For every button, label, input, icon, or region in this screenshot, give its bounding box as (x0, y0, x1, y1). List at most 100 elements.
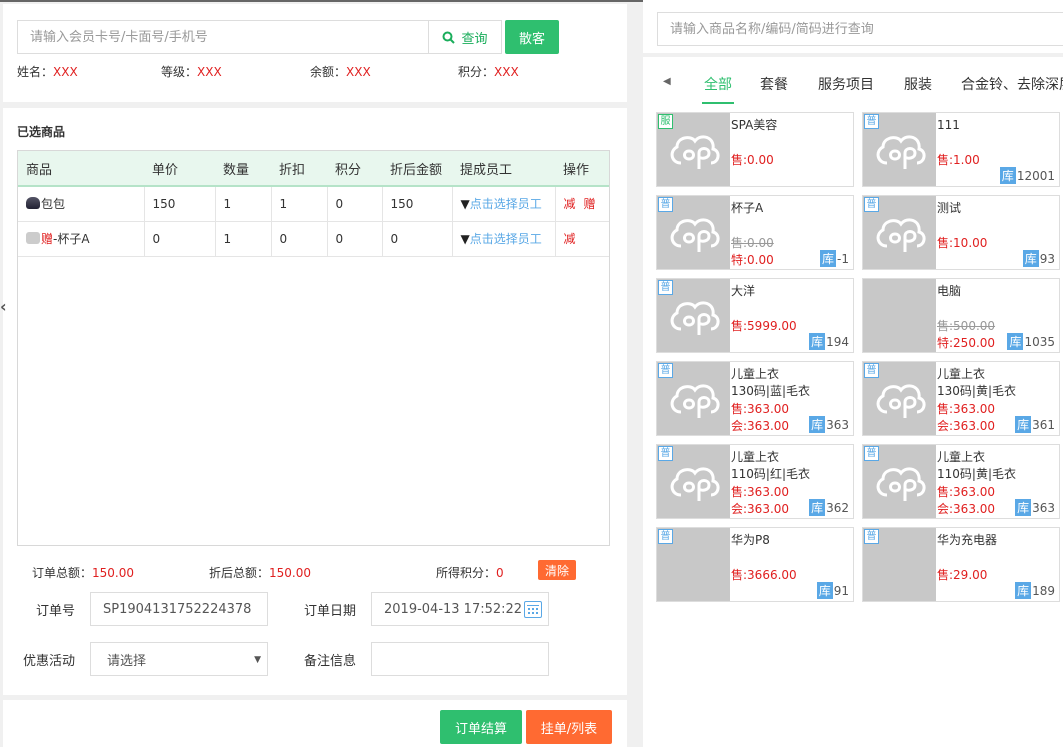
discount-cell[interactable]: 1 (271, 186, 328, 222)
goods-panel: ◀ 全部 套餐 服务项目 服装 合金铃、去除深层 服 SPA美容售:0.00 普 11… (643, 0, 1063, 747)
hang-order-button[interactable]: 挂单/列表 (526, 710, 612, 744)
query-label: 查询 (461, 31, 488, 47)
product-name: 111 (937, 118, 960, 132)
price-cell[interactable]: 0 (144, 221, 216, 257)
product-special-price: 特:0.00 (731, 253, 774, 267)
ops-cell: 减赠 (555, 186, 609, 222)
chevron-down-icon: ▼ (254, 655, 261, 665)
query-button[interactable]: 查询 (428, 20, 502, 54)
guest-button[interactable]: 散客 (505, 20, 559, 54)
product-card[interactable]: 普 儿童上衣 110码|黄|毛衣 售:363.00 会:363.00 库 363 (862, 444, 1060, 519)
col-header: 商品 (18, 151, 144, 187)
col-header: 积分 (327, 151, 382, 187)
product-card[interactable]: 电脑 售:500.00 特:250.00 库 1035 (862, 278, 1060, 353)
product-price: 售:1.00 (937, 153, 980, 167)
product-price: 售:0.00 (731, 153, 774, 167)
calendar-icon[interactable] (524, 601, 542, 618)
col-header: 提成员工 (452, 151, 555, 187)
tab-service[interactable]: 服务项目 (818, 74, 874, 104)
product-name: 华为P8 (731, 533, 770, 547)
col-header: 折后金额 (382, 151, 452, 187)
goods-search-input[interactable] (657, 12, 1063, 46)
product-stock: 库 1035 (1007, 333, 1055, 350)
product-type-badge: 普 (658, 363, 673, 378)
employee-cell[interactable]: ▼点击选择员工 (452, 186, 556, 222)
tab-all[interactable]: 全部 (702, 74, 734, 104)
product-name: 杯子A (731, 201, 764, 215)
table-header: 商品 单价 数量 折扣 积分 折后金额 提成员工 操作 (18, 151, 609, 187)
product-card[interactable]: 服 SPA美容 售:0.00 (656, 112, 854, 187)
selected-goods-table: 商品 单价 数量 折扣 积分 折后金额 提成员工 操作 包包 150 1 1 0… (17, 150, 610, 546)
product-special-price: 会:363.00 (731, 502, 790, 516)
member-level: 等级：XXX (161, 65, 222, 79)
product-name: 儿童上衣 130码|黄|毛衣 (937, 366, 1059, 400)
product-special-price: 会:363.00 (937, 502, 996, 516)
member-balance: 余额：XXX (310, 65, 371, 79)
product-spec: 130码|黄|毛衣 (937, 384, 1016, 398)
product-card[interactable]: 普 儿童上衣 130码|黄|毛衣 售:363.00 会:363.00 库 361 (862, 361, 1060, 436)
product-name: 儿童上衣 130码|蓝|毛衣 (731, 366, 853, 400)
decrease-button[interactable]: 减 (564, 197, 576, 211)
product-special-price: 特:250.00 (937, 336, 996, 350)
product-card[interactable]: 普 华为充电器 售:29.00 库 189 (862, 527, 1060, 602)
product-price: 售:0.00 (731, 236, 774, 250)
tab-clothing[interactable]: 服装 (904, 74, 932, 104)
tab-prev-icon[interactable]: ◀ (663, 76, 671, 87)
settle-order-button[interactable]: 订单结算 (440, 710, 522, 744)
promo-value: 请选择 (107, 653, 147, 669)
select-employee-link[interactable]: 点击选择员工 (470, 197, 542, 211)
product-type-badge: 普 (864, 446, 879, 461)
order-no-label: 订单号 (36, 604, 76, 619)
product-card[interactable]: 普 测试 售:10.00 库 93 (862, 195, 1060, 270)
product-card[interactable]: 普 儿童上衣 130码|蓝|毛衣 售:363.00 会:363.00 库 363 (656, 361, 854, 436)
product-stock: 库 91 (816, 582, 849, 599)
product-name: 测试 (937, 201, 962, 215)
discount-cell[interactable]: 0 (271, 221, 328, 257)
tab-package[interactable]: 套餐 (760, 74, 788, 104)
clear-button[interactable]: 清除 (538, 560, 576, 580)
remark-field[interactable] (371, 642, 549, 676)
earned-points: 所得积分：0 (436, 566, 504, 580)
section-title: 已选商品 (17, 125, 66, 139)
gift-button[interactable]: 赠 (584, 197, 596, 211)
product-stock: 库 189 (1015, 582, 1055, 599)
product-stock: 库 363 (1015, 499, 1055, 516)
guest-label: 散客 (518, 31, 545, 47)
tab-alloy[interactable]: 合金铃、去除深层 (961, 74, 1063, 104)
remark-label: 备注信息 (304, 654, 357, 669)
product-card[interactable]: 普 大洋 售:5999.00 库 194 (656, 278, 854, 353)
selected-goods-section: 已选商品 商品 单价 数量 折扣 积分 折后金额 提成员工 操作 包包 150 … (3, 108, 627, 695)
member-points: 积分：XXX (458, 65, 519, 79)
amount-cell: 0 (382, 221, 453, 257)
product-special-price: 会:363.00 (937, 419, 996, 433)
qty-cell[interactable]: 1 (215, 186, 272, 222)
product-stock: 库 362 (809, 499, 849, 516)
order-date-field[interactable]: 2019-04-13 17:52:22 (371, 592, 549, 626)
member-name: 姓名：XXX (17, 65, 78, 79)
col-header: 单价 (144, 151, 215, 187)
product-spec: 130码|蓝|毛衣 (731, 384, 810, 398)
product-special-price: 会:363.00 (731, 419, 790, 433)
product-type-badge: 普 (658, 280, 673, 295)
product-stock: 库 -1 (820, 250, 849, 267)
employee-cell[interactable]: ▼点击选择员工 (452, 221, 556, 257)
product-cell: 赠-杯子A (18, 221, 145, 257)
product-image (863, 279, 936, 352)
member-search-input[interactable] (17, 20, 428, 54)
product-card[interactable]: 普 华为P8 售:3666.00 库 91 (656, 527, 854, 602)
product-card[interactable]: 普 111 售:1.00 库 12001 (862, 112, 1060, 187)
promo-select[interactable]: 请选择 ▼ (90, 642, 268, 676)
select-employee-link[interactable]: 点击选择员工 (470, 232, 542, 246)
decrease-button[interactable]: 减 (564, 232, 576, 246)
qty-cell[interactable]: 1 (215, 221, 272, 257)
product-card[interactable]: 普 儿童上衣 110码|红|毛衣 售:363.00 会:363.00 库 362 (656, 444, 854, 519)
product-card[interactable]: 普 杯子A 售:0.00 特:0.00 库 -1 (656, 195, 854, 270)
promo-label: 优惠活动 (23, 654, 76, 669)
order-no-field[interactable]: SP1904131752224378 (90, 592, 268, 626)
order-date-value: 2019-04-13 17:52:22 (384, 601, 523, 617)
price-cell[interactable]: 150 (144, 186, 216, 222)
collapse-arrow-icon[interactable]: ‹ (0, 297, 10, 316)
product-stock: 库 361 (1015, 416, 1055, 433)
product-type-badge: 普 (658, 529, 673, 544)
product-price: 售:500.00 (937, 319, 996, 333)
